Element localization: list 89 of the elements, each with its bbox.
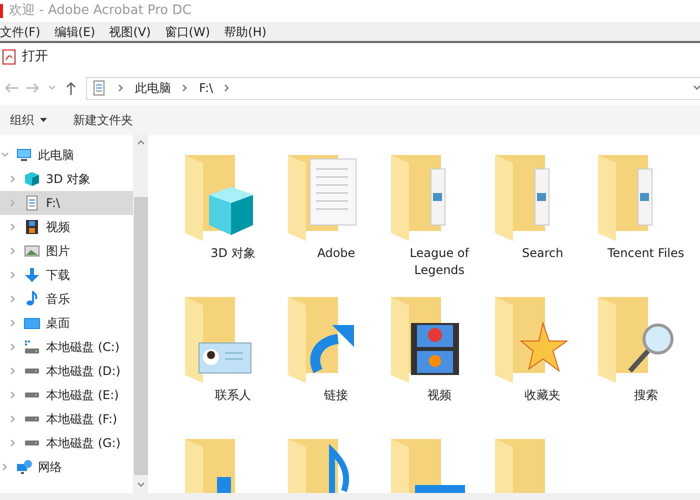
chevron-icon[interactable] bbox=[9, 247, 17, 255]
scroll-up-icon[interactable] bbox=[136, 139, 144, 147]
menu-item[interactable]: 编辑(E) bbox=[54, 22, 96, 40]
file-name[interactable]: 联系人 bbox=[181, 387, 285, 404]
nav-item[interactable]: 视频 bbox=[0, 215, 133, 239]
nav-item[interactable]: 本地磁盘 (D:) bbox=[0, 359, 133, 383]
file-name[interactable]: 搜索 bbox=[594, 387, 698, 404]
document-icon bbox=[91, 80, 107, 96]
drive-icon bbox=[24, 339, 40, 355]
nav-label: 下载 bbox=[46, 267, 70, 284]
nav-item[interactable]: 本地磁盘 (G:) bbox=[0, 431, 133, 455]
nav-item[interactable]: 此电脑 bbox=[0, 143, 133, 167]
chevron-icon[interactable] bbox=[9, 439, 17, 447]
chevron-icon[interactable] bbox=[9, 223, 17, 231]
scroll-down-icon[interactable] bbox=[136, 481, 144, 489]
drive-icon bbox=[24, 416, 40, 422]
chevron-icon[interactable] bbox=[9, 295, 17, 303]
file-name[interactable]: 收藏夹 bbox=[490, 387, 595, 404]
nav-item[interactable]: F:\ bbox=[0, 191, 133, 215]
caret-icon[interactable] bbox=[40, 118, 47, 122]
picture-icon bbox=[24, 243, 40, 259]
computer-icon bbox=[16, 147, 32, 163]
down-arrow-icon bbox=[24, 267, 40, 283]
nav-item[interactable]: 音乐 bbox=[0, 287, 133, 311]
back-arrow-icon[interactable] bbox=[4, 81, 18, 95]
nav-label: 网络 bbox=[38, 459, 62, 476]
chevron-icon[interactable] bbox=[9, 343, 17, 351]
chevron-icon[interactable] bbox=[9, 367, 17, 375]
menu-item[interactable]: 帮助(H) bbox=[224, 22, 266, 40]
chevron-icon[interactable] bbox=[9, 271, 17, 279]
breadcrumb[interactable]: 此电脑 bbox=[135, 79, 171, 97]
nav-item[interactable]: 本地磁盘 (E:) bbox=[0, 383, 133, 407]
file-name[interactable]: Adobe bbox=[284, 245, 388, 262]
desktop-icon bbox=[24, 315, 40, 331]
chevron-icon[interactable] bbox=[9, 175, 17, 183]
chevron-icon[interactable] bbox=[1, 463, 9, 471]
file-name[interactable]: League of Legends bbox=[387, 245, 492, 279]
chevron-icon[interactable] bbox=[181, 84, 189, 92]
drive-icon bbox=[24, 440, 40, 446]
chevron-icon[interactable] bbox=[9, 319, 17, 327]
nav-item[interactable]: 下载 bbox=[0, 263, 133, 287]
network-icon bbox=[16, 459, 32, 475]
window-title: 欢迎 - Adobe Acrobat Pro DC bbox=[9, 2, 192, 20]
nav-label: 本地磁盘 (D:) bbox=[46, 363, 120, 380]
organize-button[interactable]: 组织 bbox=[10, 111, 47, 129]
address-bar[interactable]: 此电脑 F:\ bbox=[86, 76, 700, 100]
up-arrow-icon[interactable] bbox=[64, 81, 78, 95]
drive-icon bbox=[24, 368, 40, 374]
nav-label: 本地磁盘 (F:) bbox=[46, 411, 118, 428]
nav-item[interactable]: 图片 bbox=[0, 239, 133, 263]
dropdown-icon[interactable] bbox=[48, 84, 56, 92]
nav-label: 桌面 bbox=[46, 315, 70, 332]
chevron-icon[interactable] bbox=[9, 415, 17, 423]
nav-item[interactable]: 桌面 bbox=[0, 311, 133, 335]
nav-label: 此电脑 bbox=[38, 147, 74, 164]
nav-label: 3D 对象 bbox=[46, 171, 91, 188]
file-name[interactable]: 链接 bbox=[284, 387, 388, 404]
nav-item[interactable]: 3D 对象 bbox=[0, 167, 133, 191]
menu-item[interactable]: 窗口(W) bbox=[164, 22, 210, 40]
nav-item[interactable]: 本地磁盘 (C:) bbox=[0, 335, 133, 359]
forward-arrow-icon[interactable] bbox=[26, 81, 40, 95]
new-folder-button[interactable]: 新建文件夹 bbox=[73, 111, 133, 129]
file-name[interactable]: 3D 对象 bbox=[181, 245, 285, 262]
nav-label: F:\ bbox=[46, 195, 60, 212]
chevron-icon[interactable] bbox=[1, 151, 9, 159]
nav-label: 图片 bbox=[46, 243, 70, 260]
nav-item[interactable]: 本地磁盘 (F:) bbox=[0, 407, 133, 431]
nav-label: 音乐 bbox=[46, 291, 70, 308]
chevron-icon[interactable] bbox=[223, 84, 232, 92]
music-note-icon bbox=[24, 291, 40, 307]
menu-item[interactable]: 视图(V) bbox=[109, 22, 151, 40]
nav-label: 本地磁盘 (E:) bbox=[46, 387, 119, 404]
dropdown-icon[interactable] bbox=[693, 84, 700, 92]
dialog-title: 打开 bbox=[22, 48, 48, 66]
file-name[interactable]: Tencent Files bbox=[594, 245, 698, 262]
file-name[interactable]: 视频 bbox=[387, 387, 492, 404]
nav-label: 视频 bbox=[46, 219, 70, 236]
file-name[interactable]: Search bbox=[490, 245, 595, 262]
nav-label: 本地磁盘 (C:) bbox=[46, 339, 120, 356]
drive-icon bbox=[24, 392, 40, 398]
film-icon bbox=[24, 219, 40, 235]
nav-label: 本地磁盘 (G:) bbox=[46, 435, 121, 452]
cube-icon bbox=[24, 171, 40, 187]
menu-item[interactable]: 文件(F) bbox=[0, 22, 40, 40]
chevron-icon[interactable] bbox=[9, 391, 17, 399]
chevron-icon[interactable] bbox=[117, 84, 125, 92]
breadcrumb[interactable]: F:\ bbox=[199, 79, 214, 97]
nav-item[interactable]: 网络 bbox=[0, 455, 133, 479]
document-icon bbox=[24, 195, 40, 211]
